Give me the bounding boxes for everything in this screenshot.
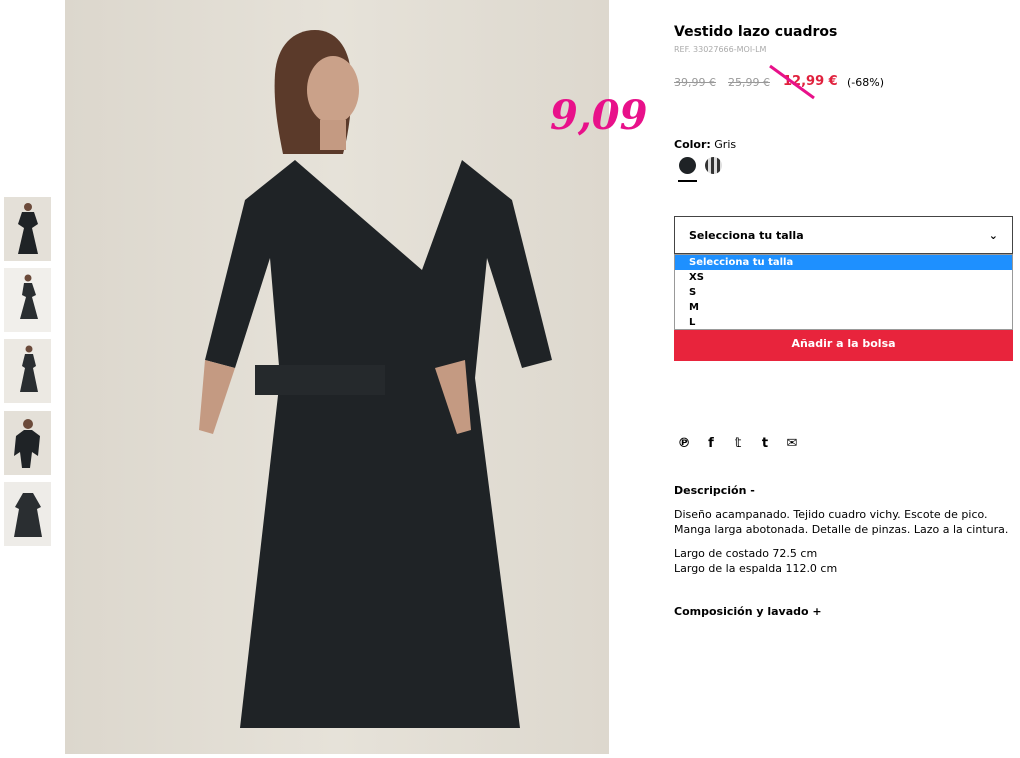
product-title: Vestido lazo cuadros — [674, 24, 838, 40]
size-option[interactable]: M — [675, 300, 1012, 315]
pinterest-icon[interactable]: ℗ — [674, 436, 694, 451]
swatch-check[interactable] — [705, 157, 722, 174]
size-select-value: Selecciona tu talla — [689, 228, 804, 242]
color-row: Color: Gris — [674, 138, 736, 151]
thumbnail-4[interactable] — [4, 411, 51, 475]
old-price-1: 39,99 € — [674, 76, 716, 89]
product-ref: REF. 33027666-MOI-LM — [674, 45, 767, 54]
price-scribble — [769, 64, 815, 100]
size-option[interactable]: Selecciona tu talla — [675, 255, 1012, 270]
size-option[interactable]: S — [675, 285, 1012, 300]
thumbnail-5[interactable] — [4, 482, 51, 546]
handwritten-price: 9,09 — [550, 92, 648, 139]
composition-toggle[interactable]: Composición y lavado + — [674, 605, 822, 618]
description-heading[interactable]: Descripción - — [674, 484, 755, 497]
add-to-bag-button[interactable]: Añadir a la bolsa — [674, 326, 1013, 361]
tumblr-icon[interactable]: t — [755, 436, 775, 451]
color-label: Color: — [674, 138, 711, 151]
size-option[interactable]: XS — [675, 270, 1012, 285]
swatch-gris[interactable] — [679, 157, 696, 174]
thumbnail-1[interactable] — [4, 197, 51, 261]
thumbnail-3[interactable] — [4, 339, 51, 403]
chevron-down-icon: ⌄ — [988, 228, 998, 242]
measure-2: Largo de la espalda 112.0 cm — [674, 562, 838, 575]
size-options[interactable]: Selecciona tu talla XS S M L — [674, 254, 1013, 330]
color-value: Gris — [714, 138, 737, 151]
size-select[interactable]: Selecciona tu talla ⌄ — [674, 216, 1013, 254]
measure-1: Largo de costado 72.5 cm — [674, 547, 818, 560]
product-photo — [65, 0, 609, 754]
email-icon[interactable]: ✉ — [782, 436, 802, 451]
discount: (-68%) — [847, 76, 885, 89]
old-price-2: 25,99 € — [728, 76, 770, 89]
description-text: Diseño acampanado. Tejido cuadro vichy. … — [674, 508, 1009, 536]
facebook-icon[interactable]: f — [701, 436, 721, 451]
share-bar: ℗ f 𝕥 t ✉ — [674, 436, 802, 451]
size-option[interactable]: L — [675, 315, 1012, 330]
twitter-icon[interactable]: 𝕥 — [728, 436, 748, 451]
swatch-selected-underline — [678, 180, 697, 182]
thumbnail-2[interactable] — [4, 268, 51, 332]
